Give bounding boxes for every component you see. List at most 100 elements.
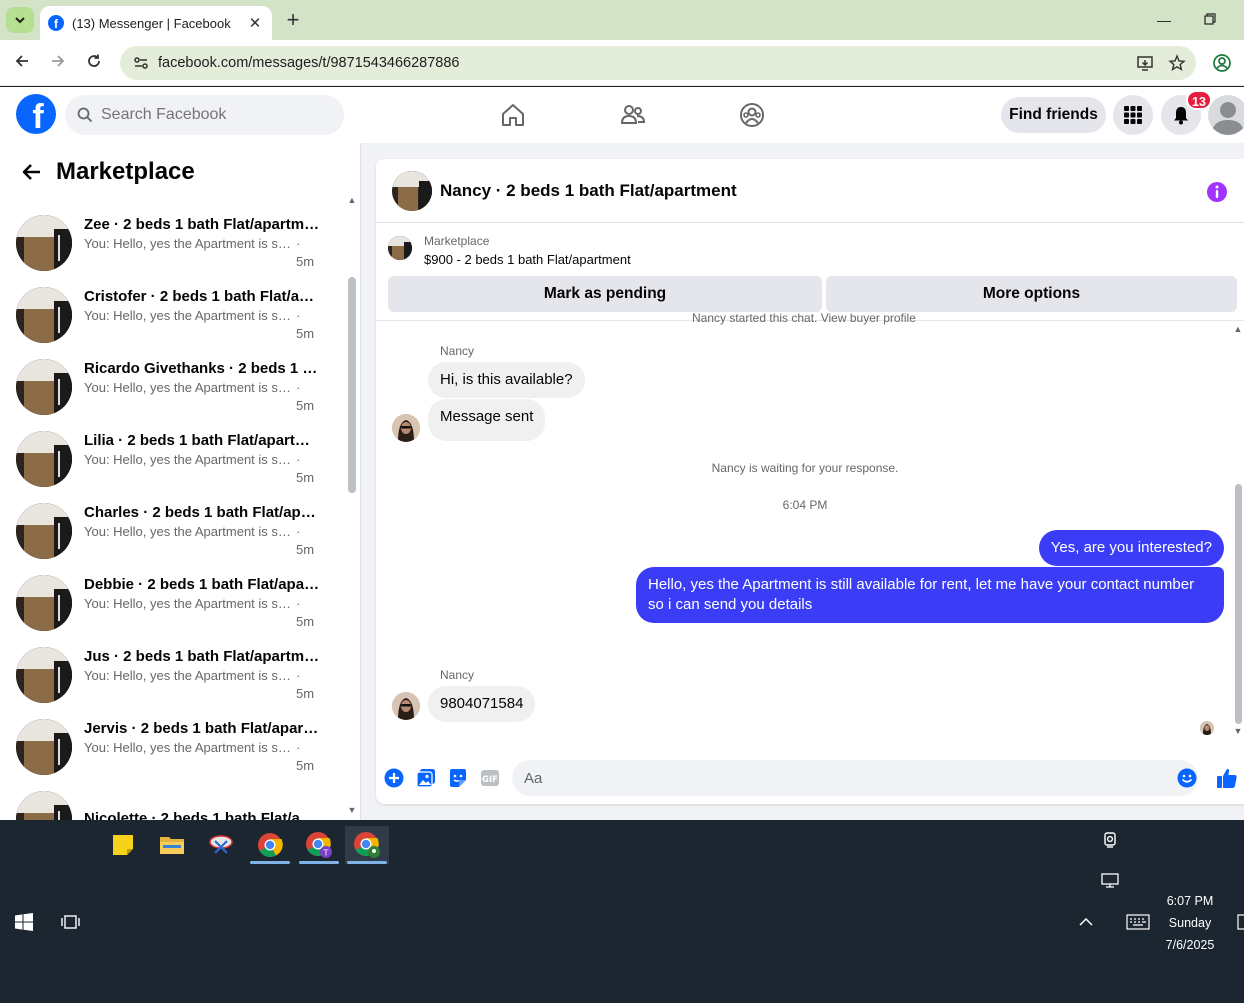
meet-now-icon[interactable] [1099,829,1121,851]
emoji-icon[interactable] [1176,767,1198,789]
find-friends-button[interactable]: Find friends [1001,97,1106,133]
account-avatar[interactable] [1208,95,1244,135]
install-app-icon[interactable] [1132,50,1158,76]
conversation-item[interactable]: Jus · 2 beds 1 bath Flat/apartment You: … [0,639,345,711]
chrome-profile-t-app[interactable]: T [297,826,341,864]
running-indicator [347,861,387,864]
photo-attach-icon[interactable] [415,767,437,789]
sticky-notes-app[interactable] [101,826,145,864]
chat-scrollbar[interactable]: ▲ ▼ [1232,320,1244,740]
network-icon[interactable] [1099,869,1121,891]
minimize-button[interactable]: — [1152,8,1176,32]
incoming-message[interactable]: 9804071584 [428,686,536,722]
conversation-item[interactable]: Debbie · 2 beds 1 bath Flat/apartment Yo… [0,567,345,639]
forward-button[interactable] [45,50,71,76]
folder-icon [160,837,184,854]
facebook-search[interactable] [65,95,344,135]
notification-badge: 13 [1186,90,1212,110]
nav-home[interactable] [499,101,527,129]
conversation-item[interactable]: Lilia · 2 beds 1 bath Flat/apartment You… [0,423,345,495]
back-arrow-icon[interactable] [20,160,44,184]
conversation-item[interactable]: Nicolette · 2 beds 1 bath Flat/apartment [0,783,345,820]
incoming-message[interactable]: Hi, is this available? [428,362,585,398]
conversation-item[interactable]: Jervis · 2 beds 1 bath Flat/apartment Yo… [0,711,345,783]
thumbs-up-icon[interactable] [1216,767,1238,789]
conversation-scrollbar[interactable]: ▲ ▼ [345,191,359,820]
more-options-button[interactable]: More options [826,276,1237,312]
conversation-preview: You: Hello, yes the Apartment is still a… [84,452,292,467]
sticker-icon[interactable] [447,767,469,789]
snipping-tool-app[interactable] [199,826,243,864]
incoming-message[interactable]: Message sent [428,399,546,441]
search-input[interactable] [101,106,301,124]
chrome-app[interactable] [248,826,292,864]
scroll-up-icon[interactable]: ▲ [347,195,357,205]
conversation-item[interactable]: Charles · 2 beds 1 bath Flat/apartment Y… [0,495,345,567]
listing-label: Marketplace [424,234,490,248]
new-tab-button[interactable]: + [282,8,304,32]
task-view-icon[interactable] [60,911,82,933]
conversation-preview: You: Hello, yes the Apartment is still a… [84,596,292,611]
gif-icon[interactable]: GIF [479,767,501,789]
chat-listing-avatar[interactable] [392,170,432,211]
panel-title: Marketplace [56,158,195,185]
touch-keyboard-icon[interactable] [1126,911,1150,933]
facebook-header: f Find friends 13 [0,87,1244,143]
site-settings-icon[interactable] [132,54,150,72]
browser-toolbar: facebook.com/messages/t/9871543466287886 [0,40,1244,86]
nancy-avatar[interactable] [392,692,420,720]
clock-day: Sunday [1168,916,1212,930]
scroll-down-icon[interactable]: ▼ [347,805,357,815]
listing-thumbnail [16,359,72,415]
facebook-favicon-icon: f [48,15,64,31]
message-input[interactable] [512,760,1198,796]
reload-button[interactable] [81,50,107,76]
show-hidden-icons-chevron-icon[interactable] [1075,911,1097,933]
conversation-time: · 5m [296,452,315,485]
tab-search-button[interactable] [6,7,34,33]
outgoing-message[interactable]: Hello, yes the Apartment is still availa… [636,567,1224,623]
conversation-item[interactable]: Zee · 2 beds 1 bath Flat/apartment You: … [0,207,345,279]
address-bar[interactable]: facebook.com/messages/t/9871543466287886 [120,46,1196,80]
conversation-item[interactable]: Ricardo Givethanks · 2 beds 1 bath Flat/… [0,351,345,423]
conversation-name: Jus · 2 beds 1 bath Flat/apartment [84,648,320,665]
browser-tab-messenger[interactable]: f (13) Messenger | Facebook ✕ [40,6,272,40]
nancy-avatar[interactable] [392,414,420,442]
conversation-name: Lilia · 2 beds 1 bath Flat/apartment [84,432,320,449]
conversation-item[interactable]: Cristofer · 2 beds 1 bath Flat/apartment… [0,279,345,351]
scroll-up-icon[interactable]: ▲ [1233,324,1243,334]
info-icon[interactable] [1206,181,1228,203]
file-explorer-app[interactable] [150,826,194,864]
scroll-thumb[interactable] [1235,484,1242,724]
chrome-profile-icon[interactable] [1210,51,1234,75]
scroll-thumb[interactable] [348,277,356,493]
listing-thumbnail [16,647,72,703]
chrome-icon [258,833,283,858]
chrome-profile-active-app[interactable] [345,826,389,864]
bookmark-star-icon[interactable] [1164,50,1190,76]
more-actions-plus-icon[interactable] [383,767,405,789]
listing-thumbnail [16,287,72,343]
outgoing-message[interactable]: Yes, are you interested? [1038,530,1224,566]
menu-button[interactable] [1113,95,1153,135]
panel-header: Marketplace [0,143,345,201]
system-clock[interactable]: 6:07 PM Sunday 7/6/2025 [1150,890,1230,956]
scroll-down-icon[interactable]: ▼ [1233,726,1243,736]
chrome-profile-t-icon: T [306,832,332,858]
nav-groups[interactable] [738,101,766,129]
arrow-right-icon [52,55,65,67]
windows-start-icon[interactable] [13,911,35,933]
restore-button[interactable] [1198,8,1222,32]
listing-price[interactable]: $900 - 2 beds 1 bath Flat/apartment [424,252,631,267]
url-text[interactable]: facebook.com/messages/t/9871543466287886 [158,55,1132,71]
chat-title[interactable]: Nancy · 2 beds 1 bath Flat/apartment [440,181,737,201]
show-desktop-button[interactable] [1235,911,1244,933]
facebook-logo-icon[interactable]: f [16,94,56,134]
conversation-name: Charles · 2 beds 1 bath Flat/apartment [84,504,320,521]
back-button[interactable] [9,50,35,76]
nav-friends[interactable] [619,101,647,129]
listing-thumbnail[interactable] [388,236,412,260]
message-thread: Nancy started this chat. View buyer prof… [376,311,1244,740]
mark-as-pending-button[interactable]: Mark as pending [388,276,822,312]
tab-close-icon[interactable]: ✕ [246,14,264,32]
